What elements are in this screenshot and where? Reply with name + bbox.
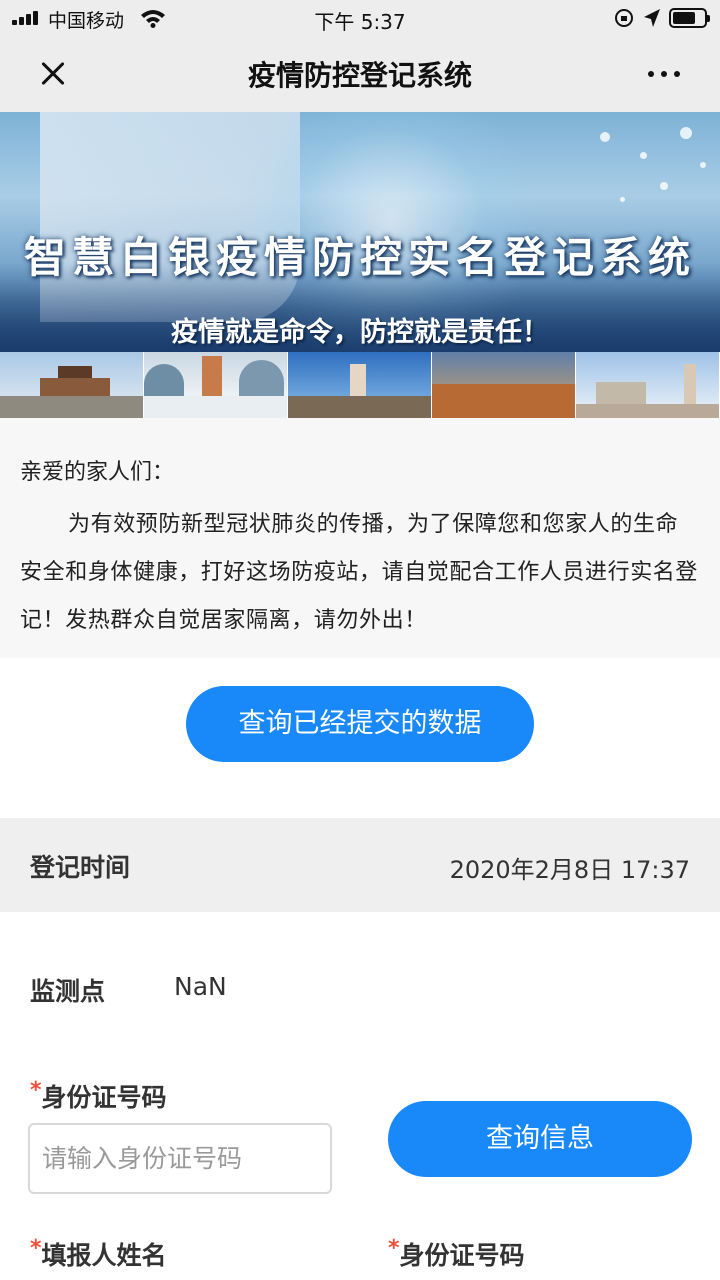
registration-time-value: 2020年2月8日 17:37: [449, 856, 690, 884]
notice-section: 亲爱的家人们： 为有效预防新型冠状肺炎的传播，为了保障您和您家人的生命安全和身体…: [0, 418, 720, 658]
reporter-name-label-text: 填报人姓名: [41, 1241, 167, 1270]
banner-image: 智慧白银疫情防控实名登记系统 疫情就是命令，防控就是责任！: [0, 112, 720, 352]
rotation-lock-icon: [615, 9, 633, 27]
reporter-name-label: *填报人姓名: [30, 1236, 167, 1272]
banner-title: 智慧白银疫情防控实名登记系统: [23, 233, 696, 282]
landmark-photo-strip: [0, 352, 720, 418]
required-mark: *: [30, 1078, 42, 1103]
id-number-label: *身份证号码: [30, 1078, 167, 1114]
banner-slogan: 疫情就是命令，防控就是责任！: [171, 317, 549, 348]
battery-icon: [669, 8, 710, 28]
photo-city-gate: [0, 352, 144, 418]
location-arrow-icon: [644, 9, 660, 27]
query-submitted-data-button[interactable]: 查询已经提交的数据: [186, 686, 534, 762]
query-info-button[interactable]: 查询信息: [388, 1101, 692, 1177]
status-time: 下午 5:37: [314, 10, 406, 34]
status-bar: 中国移动 下午 5:37: [0, 0, 720, 36]
notice-body: 为有效预防新型冠状肺炎的传播，为了保障您和您家人的生命安全和身体健康，打好这场防…: [20, 512, 699, 633]
photo-canyon: [432, 352, 576, 418]
monitor-point-value: NaN: [174, 972, 227, 1001]
required-mark: *: [388, 1236, 400, 1261]
notice-greeting: 亲爱的家人们：: [20, 460, 175, 485]
id-number-input[interactable]: [28, 1123, 332, 1194]
page-title: 疫情防控登记系统: [247, 59, 472, 92]
required-mark: *: [30, 1236, 42, 1261]
reporter-id-label: *身份证号码: [388, 1236, 525, 1272]
photo-monument: [288, 352, 432, 418]
id-number-label-text: 身份证号码: [41, 1083, 167, 1112]
more-options-icon[interactable]: [644, 62, 684, 86]
photo-pagoda-snow: [144, 352, 288, 418]
nav-bar: 疫情防控登记系统: [0, 36, 720, 112]
registration-time-label: 登记时间: [30, 853, 131, 882]
registration-time-row: 登记时间 2020年2月8日 17:37: [0, 818, 720, 912]
photo-square: [576, 352, 720, 418]
reporter-id-label-text: 身份证号码: [399, 1241, 525, 1270]
monitor-point-label: 监测点: [30, 977, 106, 1006]
